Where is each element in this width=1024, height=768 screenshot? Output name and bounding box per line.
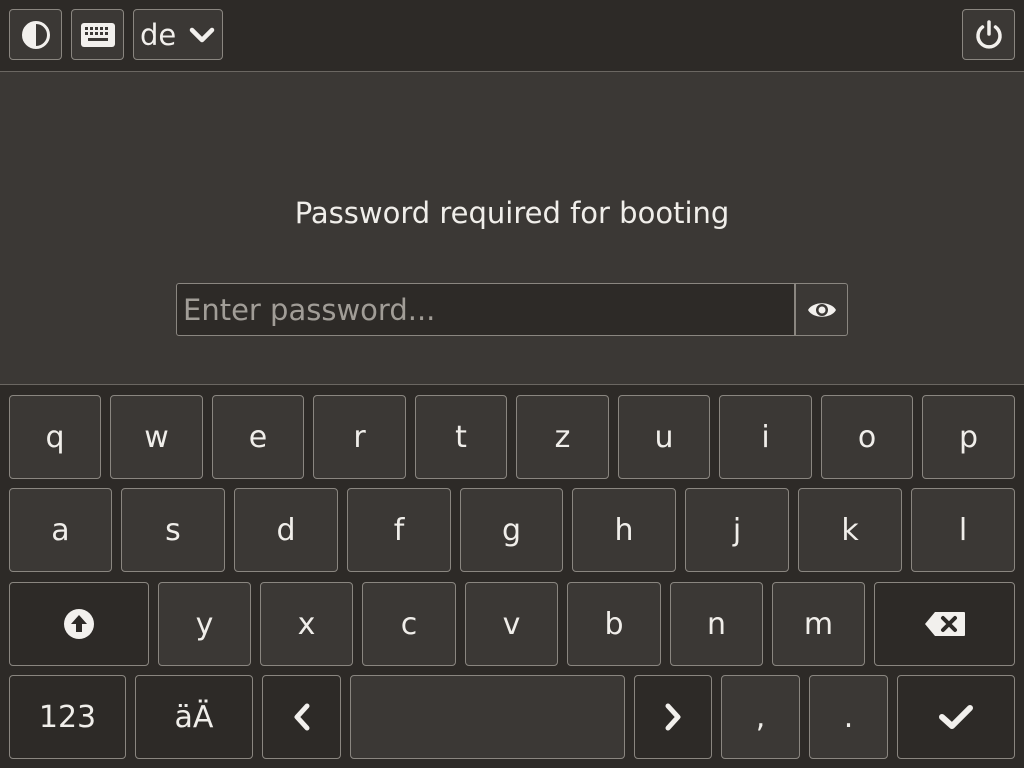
key-n[interactable]: n: [670, 582, 763, 666]
key-o[interactable]: o: [821, 395, 913, 479]
shift-key[interactable]: [9, 582, 149, 666]
key-p[interactable]: p: [922, 395, 1015, 479]
umlaut-key[interactable]: äÄ: [135, 675, 253, 759]
chevron-down-icon: [189, 27, 215, 43]
key-r[interactable]: r: [313, 395, 406, 479]
shift-up-arrow-icon: [64, 609, 94, 639]
key-l[interactable]: l: [911, 488, 1015, 572]
cursor-left-key[interactable]: [262, 675, 341, 759]
key-i[interactable]: i: [719, 395, 812, 479]
eye-icon: [807, 302, 836, 317]
key-k[interactable]: k: [798, 488, 902, 572]
enter-key[interactable]: [897, 675, 1015, 759]
top-bar: de: [0, 0, 1024, 72]
show-password-button[interactable]: [795, 283, 848, 336]
key-z[interactable]: z: [516, 395, 609, 479]
power-icon: [975, 19, 1002, 49]
key-u[interactable]: u: [618, 395, 710, 479]
key-v[interactable]: v: [465, 582, 558, 666]
key-s[interactable]: s: [121, 488, 225, 572]
key-q[interactable]: q: [9, 395, 101, 479]
numbers-key[interactable]: 123: [9, 675, 126, 759]
high-contrast-button[interactable]: [9, 9, 62, 60]
key-x[interactable]: x: [260, 582, 353, 666]
key-t[interactable]: t: [415, 395, 507, 479]
keyboard-layout-selector[interactable]: de: [133, 9, 223, 60]
key-h[interactable]: h: [572, 488, 676, 572]
password-prompt-area: Password required for booting: [0, 72, 1024, 384]
key-b[interactable]: b: [567, 582, 661, 666]
checkmark-icon: [939, 705, 973, 729]
keyboard-layout-label: de: [140, 17, 177, 52]
onscreen-keyboard: q w e r t z u i o p a s d f g h j k l y …: [0, 384, 1024, 768]
backspace-key[interactable]: [874, 582, 1015, 666]
key-comma[interactable]: ,: [721, 675, 800, 759]
key-e[interactable]: e: [212, 395, 304, 479]
prompt-message: Password required for booting: [294, 196, 730, 230]
keyboard-icon: [80, 22, 115, 47]
key-a[interactable]: a: [9, 488, 112, 572]
key-c[interactable]: c: [362, 582, 456, 666]
key-period[interactable]: .: [809, 675, 888, 759]
chevron-left-icon: [294, 703, 309, 731]
key-d[interactable]: d: [234, 488, 338, 572]
key-g[interactable]: g: [460, 488, 563, 572]
power-button[interactable]: [962, 9, 1015, 60]
backspace-icon: [924, 612, 965, 636]
contrast-icon: [21, 20, 50, 49]
key-j[interactable]: j: [685, 488, 789, 572]
key-w[interactable]: w: [110, 395, 203, 479]
key-y[interactable]: y: [158, 582, 251, 666]
onscreen-keyboard-button[interactable]: [71, 9, 124, 60]
chevron-right-icon: [665, 703, 681, 731]
key-m[interactable]: m: [772, 582, 865, 666]
space-key[interactable]: [350, 675, 625, 759]
key-f[interactable]: f: [347, 488, 451, 572]
password-input[interactable]: [176, 283, 795, 336]
cursor-right-key[interactable]: [634, 675, 712, 759]
